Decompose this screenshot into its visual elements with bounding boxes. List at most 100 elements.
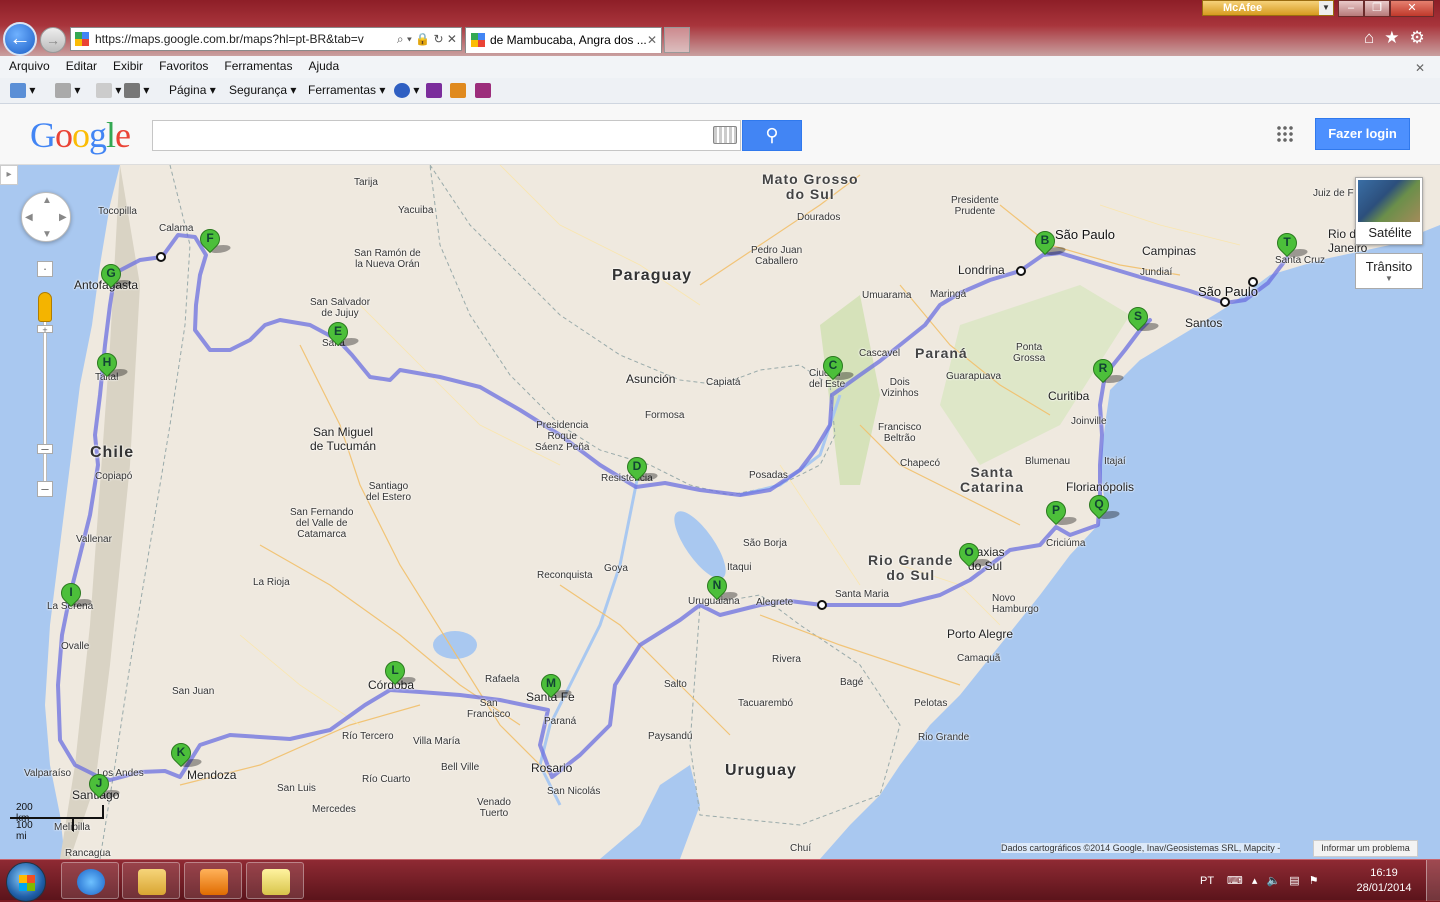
label-sao-paulo-state: São Paulo: [1055, 227, 1115, 242]
minimize-button[interactable]: –: [1338, 0, 1364, 17]
search-input[interactable]: [152, 120, 741, 151]
menu-ferramentas[interactable]: Ferramentas: [215, 56, 299, 73]
waypoint-calama[interactable]: [156, 252, 166, 262]
security-menu[interactable]: Segurança ▾: [229, 83, 296, 97]
zoom-slider-track[interactable]: [43, 295, 47, 485]
route-marker-o[interactable]: O: [954, 538, 993, 571]
address-tools[interactable]: ⌕ ▾ 🔒 ↻ ✕: [397, 28, 457, 50]
pan-control[interactable]: ▲ ▼ ◀ ▶: [21, 192, 71, 242]
menu-ajuda[interactable]: Ajuda: [299, 56, 346, 73]
route-marker-l[interactable]: L: [380, 656, 419, 689]
waypoint-sp-east[interactable]: [1248, 277, 1258, 287]
map-canvas[interactable]: Paraguay Chile Uruguay Mato Grosso do Su…: [0, 165, 1440, 859]
taskbar-explorer[interactable]: [122, 862, 180, 899]
volume-icon[interactable]: 🔈: [1266, 875, 1280, 887]
label-tarija: Tarija: [354, 177, 378, 188]
pan-down-icon[interactable]: ▼: [42, 229, 52, 240]
google-logo[interactable]: Google: [30, 114, 131, 156]
route-marker-m[interactable]: M: [536, 669, 575, 702]
zoom-slider-thumb[interactable]: –: [37, 442, 53, 455]
help-icon[interactable]: ▾: [394, 83, 419, 99]
new-tab-button[interactable]: [664, 27, 690, 53]
route-marker-b[interactable]: B: [1030, 226, 1069, 259]
route-marker-i[interactable]: I: [56, 578, 95, 611]
back-button[interactable]: ←: [3, 22, 37, 56]
waypoint-santa-maria[interactable]: [817, 600, 827, 610]
label-francisco-beltrao: Francisco Beltrão: [878, 422, 922, 444]
label-mato-grosso: Mato Grosso do Sul: [762, 171, 859, 202]
mcafee-dropdown-icon[interactable]: ▼: [1319, 1, 1333, 15]
pan-left-icon[interactable]: ◀: [25, 212, 33, 223]
mcafee-toolbar[interactable]: McAfee ▼: [1202, 0, 1334, 16]
favorites-star-icon[interactable]: ★: [1384, 28, 1399, 48]
taskbar-outlook[interactable]: [184, 862, 242, 899]
network-icon[interactable]: ▤: [1289, 875, 1299, 887]
menubar-close-icon[interactable]: ✕: [1406, 58, 1432, 75]
onenote-icon[interactable]: [426, 83, 442, 99]
home-icon[interactable]: ⌂: [1364, 28, 1374, 48]
traffic-toggle[interactable]: Trânsito ▼: [1355, 253, 1423, 289]
route-marker-k[interactable]: K: [166, 738, 205, 771]
label-santiago-estero: Santiago del Estero: [366, 481, 412, 503]
street-view-pegman-icon[interactable]: [38, 292, 52, 322]
report-problem-link[interactable]: Informar um problema: [1313, 840, 1418, 857]
tools-menu[interactable]: Ferramentas ▾: [308, 83, 385, 97]
start-button[interactable]: [6, 862, 46, 902]
route-marker-f[interactable]: F: [195, 224, 234, 257]
close-window-button[interactable]: ✕: [1390, 0, 1434, 17]
taskbar-app[interactable]: [246, 862, 304, 899]
apps-grid-icon[interactable]: [1276, 125, 1294, 143]
route-marker-g[interactable]: G: [96, 259, 135, 292]
restore-button[interactable]: ❐: [1364, 0, 1390, 17]
keyboard-icon[interactable]: [713, 126, 737, 144]
label-rosario: Rosario: [531, 761, 573, 775]
action-center-flag-icon[interactable]: ⚑: [1309, 875, 1319, 887]
zoom-out-button[interactable]: –: [37, 481, 53, 497]
onenote-send-icon[interactable]: [475, 83, 491, 99]
login-button[interactable]: Fazer login: [1315, 118, 1410, 150]
route-marker-r[interactable]: R: [1088, 354, 1127, 387]
pan-right-icon[interactable]: ▶: [59, 212, 67, 223]
route-marker-n[interactable]: N: [702, 571, 741, 604]
browser-tab[interactable]: de Mambucaba, Angra dos ... ✕: [465, 27, 662, 53]
menu-favoritos[interactable]: Favoritos: [150, 56, 215, 73]
menu-arquivo[interactable]: Arquivo: [0, 56, 57, 73]
route-marker-c[interactable]: C: [818, 351, 857, 384]
label-guarapuava: Guarapuava: [946, 371, 1002, 382]
route-marker-q[interactable]: Q: [1084, 490, 1123, 523]
addon-icon[interactable]: [450, 83, 466, 99]
route-marker-h[interactable]: H: [92, 348, 131, 381]
menu-editar[interactable]: Editar: [57, 56, 104, 73]
keyboard-tray-icon[interactable]: ⌨: [1227, 875, 1243, 887]
scale-mi: 100 mi: [16, 820, 33, 842]
route-marker-d[interactable]: D: [622, 452, 661, 485]
satellite-toggle[interactable]: Satélite: [1355, 177, 1423, 245]
gear-icon[interactable]: ⚙: [1410, 28, 1425, 48]
show-hidden-icon[interactable]: ▴: [1252, 875, 1258, 887]
taskbar-ie[interactable]: [61, 862, 119, 899]
print-icon[interactable]: ▾: [124, 83, 149, 99]
zoom-in-button[interactable]: +: [37, 325, 53, 335]
route-marker-s[interactable]: S: [1123, 302, 1162, 335]
route-marker-j[interactable]: J: [84, 769, 123, 802]
forward-button[interactable]: →: [40, 27, 66, 53]
search-button[interactable]: ⚲: [742, 120, 802, 151]
expand-panel-button[interactable]: ▸: [0, 165, 18, 185]
waypoint-londrina[interactable]: [1016, 266, 1026, 276]
page-menu[interactable]: Página ▾: [169, 83, 216, 97]
show-desktop-button[interactable]: [1426, 860, 1440, 901]
route-marker-e[interactable]: E: [323, 317, 362, 350]
menu-exibir[interactable]: Exibir: [104, 56, 150, 73]
route-marker-t[interactable]: T: [1272, 228, 1311, 261]
pan-up-icon[interactable]: ▲: [42, 195, 52, 206]
reset-view-button[interactable]: ·: [37, 261, 53, 277]
waypoint-sp-south[interactable]: [1220, 297, 1230, 307]
taskbar-clock[interactable]: 16:19 28/01/2014: [1353, 866, 1415, 896]
address-bar[interactable]: https://maps.google.com.br/maps?hl=pt-BR…: [70, 27, 462, 51]
home-cmd-icon[interactable]: ▾: [10, 83, 35, 99]
rss-feed-icon[interactable]: ▾: [55, 83, 80, 99]
mail-icon[interactable]: ▾: [96, 83, 121, 99]
tab-close-icon[interactable]: ✕: [647, 28, 657, 52]
route-marker-p[interactable]: P: [1041, 496, 1080, 529]
language-indicator[interactable]: PT: [1200, 875, 1214, 887]
